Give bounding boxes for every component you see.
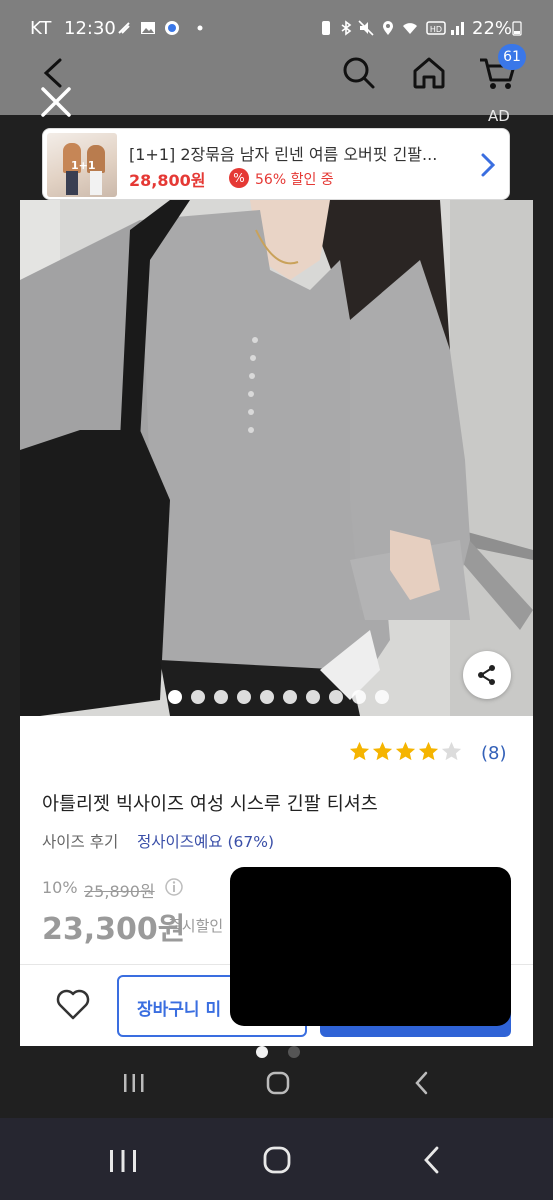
home-icon[interactable] [410, 54, 448, 92]
home-nav-icon[interactable] [265, 1070, 291, 1096]
star-empty-icon [441, 741, 462, 761]
product-title: 아틀리젯 빅사이즈 여성 시스루 긴팔 티셔츠 [42, 794, 378, 815]
share-button[interactable] [463, 651, 511, 699]
more-dot-icon [197, 25, 203, 31]
product-image[interactable] [20, 200, 533, 716]
system-navigation-bar [0, 1118, 553, 1200]
ad-banner[interactable]: 1+1 [1+1] 2장묶음 남자 린넨 여름 오버핏 긴팔... 28,800… [42, 128, 510, 200]
size-review-value[interactable]: 정사이즈예요 (67%) [137, 830, 274, 852]
recent-apps-icon[interactable] [108, 1148, 138, 1174]
status-time: 12:30 [64, 18, 116, 39]
carousel-dot[interactable] [352, 690, 366, 704]
search-icon[interactable] [340, 54, 378, 92]
status-bar: KT 12:30 HD 22% [0, 0, 553, 56]
carousel-dot[interactable] [237, 690, 251, 704]
carousel-dot[interactable] [214, 690, 228, 704]
star-filled-icon [372, 741, 393, 761]
carousel-indicator [168, 690, 389, 704]
shield-icon [165, 21, 179, 35]
screenshot-page-indicator [256, 1046, 300, 1058]
heart-icon[interactable] [54, 985, 92, 1023]
carousel-dot[interactable] [260, 690, 274, 704]
signal-icon [451, 22, 464, 35]
carousel-dot[interactable] [375, 690, 389, 704]
carousel-dot[interactable] [191, 690, 205, 704]
back-nav-icon[interactable] [412, 1070, 432, 1096]
cart-count-badge: 61 [498, 44, 526, 70]
original-price: 25,890원 [84, 882, 155, 901]
rating-stars[interactable] [348, 740, 463, 766]
mute-icon [358, 20, 374, 36]
chevron-right-icon[interactable] [479, 151, 497, 179]
wifi-icon [403, 23, 417, 34]
sale-percent-icon: % [229, 168, 249, 188]
sale-price: 23,300원 [42, 912, 186, 947]
carousel-dot[interactable] [329, 690, 343, 704]
ad-label: AD [488, 107, 510, 125]
ad-thumbnail-badge: 1+1 [71, 159, 96, 172]
carousel-dot[interactable] [306, 690, 320, 704]
svg-text:HD: HD [430, 25, 442, 34]
share-icon [478, 665, 495, 685]
back-nav-icon[interactable] [420, 1145, 444, 1175]
carrier-label: KT [30, 18, 52, 39]
product-photo [20, 200, 533, 716]
bluetooth-icon [341, 20, 352, 36]
star-filled-icon [418, 741, 439, 761]
hd-voice-icon: HD [426, 21, 446, 35]
ad-thumbnail: 1+1 [47, 133, 117, 197]
vibrate-icon [322, 21, 330, 35]
info-icon[interactable] [164, 877, 184, 897]
notification-icon [118, 22, 130, 34]
gallery-icon [141, 22, 155, 34]
size-review-label: 사이즈 후기 [42, 833, 119, 851]
review-count[interactable]: (8) [481, 743, 507, 764]
battery-percent: 22% [472, 18, 513, 39]
dimmed-overlay-left [0, 115, 20, 1118]
recent-apps-icon[interactable] [122, 1072, 146, 1094]
battery-icon [512, 21, 522, 36]
close-icon[interactable] [36, 82, 76, 122]
carousel-dot[interactable] [283, 690, 297, 704]
home-nav-icon[interactable] [262, 1145, 292, 1175]
ad-discount: 56% 할인 중 [255, 172, 334, 188]
add-to-cart-label: 장바구니 미 [137, 1000, 222, 1020]
dimmed-overlay-right [533, 115, 553, 1118]
location-icon [383, 21, 393, 35]
ad-title: [1+1] 2장묶음 남자 린넨 여름 오버핏 긴팔... [129, 145, 438, 163]
carousel-dot[interactable] [168, 690, 182, 704]
star-filled-icon [349, 741, 370, 761]
star-filled-icon [395, 741, 416, 761]
ad-price: 28,800원 [129, 171, 206, 190]
instant-discount-label: 즉시할인 [168, 917, 224, 935]
redaction-overlay [230, 867, 511, 1026]
discount-rate: 10% [42, 878, 78, 897]
